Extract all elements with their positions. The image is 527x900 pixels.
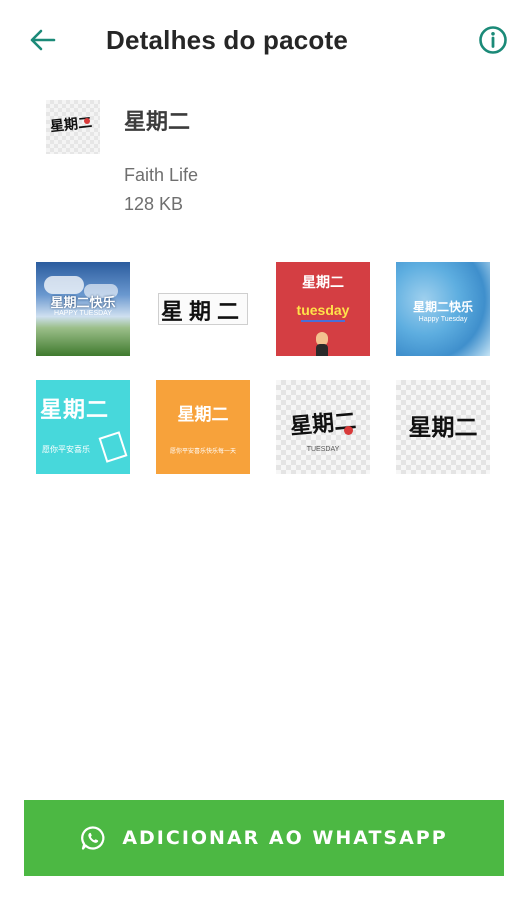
info-circle-icon	[479, 26, 507, 54]
sticker-1-subtext: HAPPY TUESDAY	[54, 310, 112, 317]
tray-icon-text: 星期二	[49, 114, 93, 136]
add-to-whatsapp-button[interactable]: ADICIONAR AO WHATSAPP	[24, 800, 504, 876]
tray-icon-dot	[84, 118, 90, 124]
page-title: Detalhes do pacote	[106, 25, 348, 55]
sticker-6-subtext: 愿你平安喜乐快乐每一天	[169, 449, 236, 455]
pack-header: 星期二 星期二 Faith Life 128 KB	[46, 100, 486, 220]
back-button[interactable]	[22, 22, 62, 58]
pack-name: 星期二	[124, 109, 191, 134]
sticker-3-subtext: tuesday	[296, 302, 350, 318]
pack-size: 128 KB	[124, 194, 184, 214]
tray-icon: 星期二	[46, 100, 100, 154]
whatsapp-icon	[80, 825, 106, 851]
sticker-4-subtext: Happy Tuesday	[418, 316, 468, 323]
sticker-6[interactable]: 星期二 愿你平安喜乐快乐每一天	[156, 380, 250, 474]
sticker-3-text: 星期二	[302, 275, 344, 291]
sticker-5[interactable]: 星期二 愿你平安喜乐	[36, 380, 130, 474]
app-bar: Detalhes do pacote	[0, 0, 527, 80]
sticker-1[interactable]: 星期二快乐 HAPPY TUESDAY	[36, 262, 130, 356]
sticker-2[interactable]: 星期二	[156, 262, 250, 356]
info-button[interactable]	[475, 22, 511, 58]
sticker-2-text: 星期二	[160, 299, 245, 325]
sticker-4[interactable]: 星期二快乐 Happy Tuesday	[396, 262, 490, 356]
sticker-3[interactable]: 星期二 tuesday	[276, 262, 370, 356]
sticker-7[interactable]: 星期二 TUESDAY	[276, 380, 370, 474]
sticker-5-subtext: 愿你平安喜乐	[42, 445, 90, 454]
pack-publisher: Faith Life	[124, 165, 199, 185]
sticker-7-subtext: TUESDAY	[306, 446, 340, 453]
add-to-whatsapp-label: ADICIONAR AO WHATSAPP	[122, 827, 448, 849]
arrow-left-icon	[30, 29, 56, 51]
sticker-7-text: 星期二	[289, 408, 358, 440]
sticker-4-text: 星期二快乐	[412, 300, 473, 314]
sticker-8[interactable]: 星期二	[396, 380, 490, 474]
sticker-8-text: 星期二	[408, 414, 478, 441]
sticker-6-text: 星期二	[177, 405, 229, 425]
sticker-5-text: 星期二	[40, 397, 110, 423]
sticker-1-text: 星期二快乐	[50, 296, 116, 311]
